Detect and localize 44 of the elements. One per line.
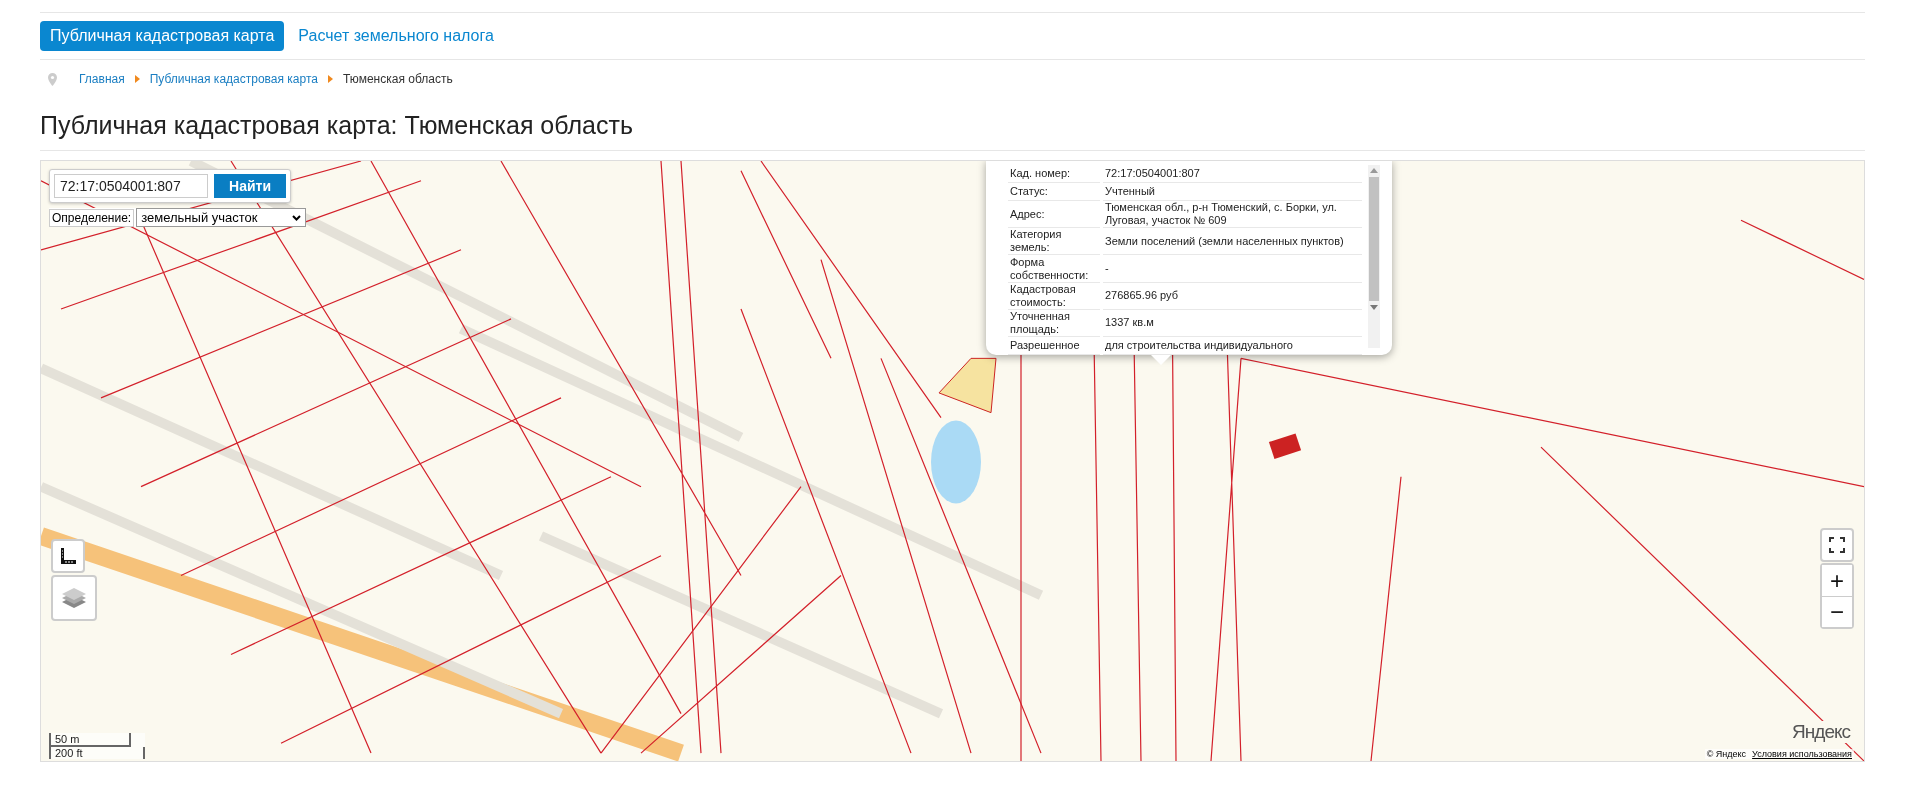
map-logo: Яндекс xyxy=(1790,721,1852,743)
caret-icon xyxy=(327,75,333,83)
field-value: Земли поселений (земли населенных пунктов) xyxy=(1103,228,1362,256)
field-value: Учтенный xyxy=(1103,183,1362,201)
caret-icon xyxy=(134,75,140,83)
layers-icon xyxy=(61,586,87,610)
scroll-down-icon[interactable] xyxy=(1370,305,1378,310)
nav-tab[interactable]: Публичная кадастровая карта xyxy=(40,21,285,51)
field-value: - xyxy=(1103,255,1362,283)
ruler-button[interactable] xyxy=(51,539,85,573)
definition-select[interactable]: земельный участок xyxy=(136,208,307,227)
page-title: Публичная кадастровая карта: Тюменская область xyxy=(40,111,1865,151)
fullscreen-icon xyxy=(1829,537,1845,553)
field-value: 276865.96 руб xyxy=(1103,282,1362,310)
field-value: Тюменская обл., р-н Тюменский, с. Борки, ул. Луговая, участок № 609 xyxy=(1103,201,1362,229)
field-value: 72:17:0504001:807 xyxy=(1103,165,1362,183)
zoom-button[interactable]: − xyxy=(1822,596,1852,627)
ruler-icon xyxy=(59,547,77,565)
field-label: Статус: xyxy=(1008,183,1100,201)
field-value: для строительства индивидуального xyxy=(1103,337,1362,355)
field-label: Форма собственности: xyxy=(1008,255,1100,283)
breadcrumb-link[interactable]: Публичная кадастровая карта xyxy=(149,72,318,86)
field-label: Категория земель: xyxy=(1008,228,1100,256)
field-label: Разрешенное xyxy=(1008,337,1100,355)
scroll-up-icon[interactable] xyxy=(1370,168,1378,173)
terms-link[interactable]: Условия использования xyxy=(1752,749,1852,759)
scale-bar: 50 m xyxy=(49,733,131,747)
search-button[interactable]: Найти xyxy=(214,174,286,198)
field-label: Кад. номер: xyxy=(1008,165,1100,183)
breadcrumb-current: Тюменская область xyxy=(342,72,453,86)
copyright: © Яндекс xyxy=(1706,749,1747,759)
chevron-icon xyxy=(292,214,302,221)
field-label: Адрес: xyxy=(1008,201,1100,229)
nav-tab[interactable]: Расчет земельного налога xyxy=(288,21,504,51)
field-value: 1337 кв.м xyxy=(1103,309,1362,337)
field-label: Кадастровая стоимость: xyxy=(1008,282,1100,310)
field-label: Уточненная площадь: xyxy=(1008,309,1100,337)
fullscreen-button[interactable] xyxy=(1820,528,1854,562)
scrollbar[interactable] xyxy=(1368,165,1380,348)
breadcrumb-link[interactable]: Главная xyxy=(79,72,125,86)
location-pin-icon xyxy=(48,72,57,86)
definition-label: Определение: xyxy=(49,208,135,227)
search-field[interactable]: 72:17:0504001:807 xyxy=(54,174,208,198)
scale-bar: 200 ft xyxy=(49,747,145,759)
